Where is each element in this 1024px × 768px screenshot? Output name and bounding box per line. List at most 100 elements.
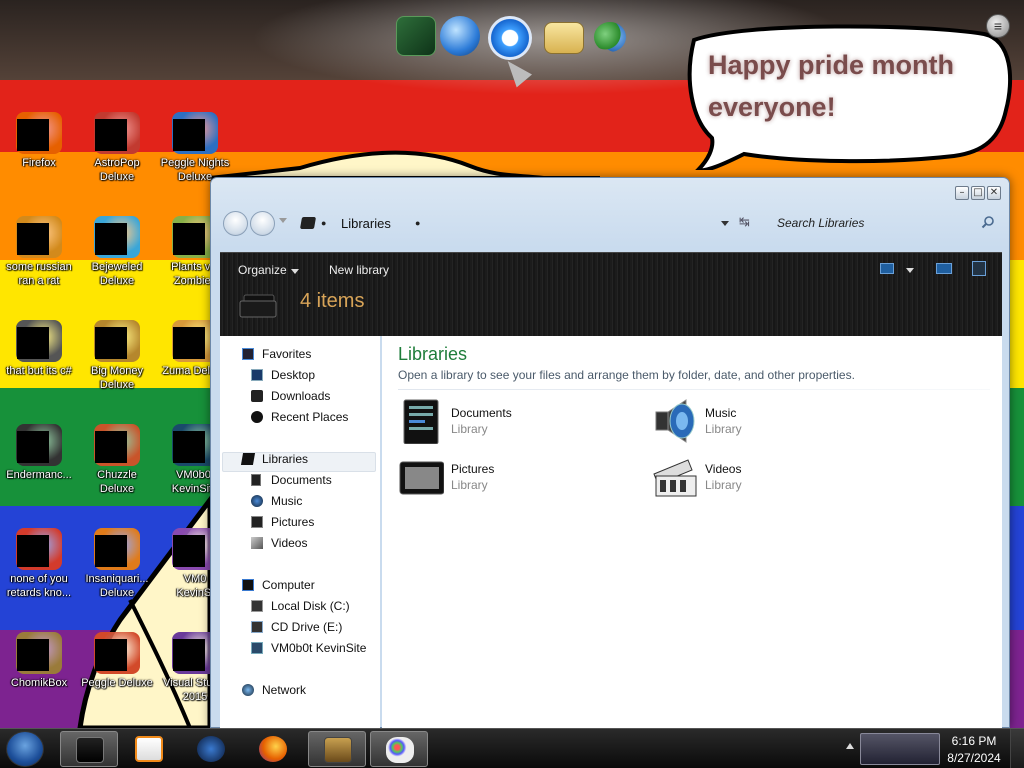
downloads-icon xyxy=(251,390,263,402)
menu-button[interactable]: ≡ xyxy=(986,14,1010,38)
chevron-down-icon[interactable] xyxy=(906,268,914,273)
maximize-button[interactable]: □ xyxy=(971,186,985,200)
forward-button[interactable] xyxy=(250,211,275,236)
peggle-nights-icon[interactable] xyxy=(172,112,218,154)
desktop-shortcut[interactable]: Peggle Nights Deluxe xyxy=(156,112,234,184)
nav-item-label: Pictures xyxy=(271,515,315,529)
taskbar-button[interactable] xyxy=(308,731,366,767)
clock-date[interactable]: 8/27/2024 xyxy=(944,751,1004,765)
explorer-icon xyxy=(76,737,104,763)
library-music[interactable]: Music Library xyxy=(652,398,892,448)
back-button[interactable] xyxy=(223,211,248,236)
nav-item-label: Recent Places xyxy=(271,410,349,424)
libraries-large-icon xyxy=(239,294,277,318)
search-icon[interactable] xyxy=(981,215,995,229)
nav-item-label: Videos xyxy=(271,536,308,550)
library-videos[interactable]: Videos Library xyxy=(652,454,892,504)
pictures-library-icon xyxy=(399,461,444,495)
taskbar-button[interactable] xyxy=(182,731,240,767)
system-tray[interactable] xyxy=(860,733,940,765)
library-pictures[interactable]: Pictures Library xyxy=(398,454,638,504)
russian-rat-icon[interactable] xyxy=(16,216,62,258)
dock-ie-icon[interactable] xyxy=(488,16,532,60)
taskbar-button[interactable] xyxy=(244,731,302,767)
show-desktop-button[interactable] xyxy=(1010,729,1024,768)
desktop-shortcut-label: some russian ran a rat xyxy=(6,261,72,287)
nav-item-label: Local Disk (C:) xyxy=(271,599,350,613)
terminal-icon[interactable] xyxy=(16,424,62,466)
nav-item-label: Documents xyxy=(271,473,332,487)
chuzzle-icon[interactable] xyxy=(94,424,140,466)
desktop-shortcut[interactable]: Big Money Deluxe xyxy=(78,320,156,392)
file-icon[interactable] xyxy=(16,320,62,362)
desktop-shortcut-label: Bejeweled Deluxe xyxy=(91,261,143,287)
taskbar-button[interactable] xyxy=(370,731,428,767)
computer-icon xyxy=(242,579,254,591)
insaniquarium-icon[interactable] xyxy=(94,528,140,570)
refresh-icon[interactable]: ↹ xyxy=(739,214,750,230)
dock-mail-icon[interactable] xyxy=(544,22,584,54)
desktop-shortcut[interactable]: Bejeweled Deluxe xyxy=(78,216,156,288)
desktop-shortcut[interactable]: AstroPop Deluxe xyxy=(78,112,156,184)
preview-pane-icon[interactable] xyxy=(936,263,952,274)
library-type: Library xyxy=(705,422,742,436)
address-dropdown[interactable] xyxy=(721,221,729,226)
desktop-shortcut-label: AstroPop Deluxe xyxy=(94,157,140,183)
desktop-shortcut[interactable]: Endermanc... xyxy=(0,424,78,482)
explorer-window: – □ ✕ ● Libraries ● ↹ Search Libraries O… xyxy=(210,177,1010,729)
page-description: Open a library to see your files and arr… xyxy=(398,368,855,382)
videos-library-icon xyxy=(653,459,697,497)
recent-places-icon xyxy=(251,411,263,423)
taskbar-button[interactable] xyxy=(120,731,178,767)
library-type: Library xyxy=(451,422,488,436)
nav-item-label: Favorites xyxy=(262,347,312,361)
nav-item-label: Computer xyxy=(262,578,315,592)
chevron-down-icon[interactable] xyxy=(291,269,299,274)
chomikbox-icon[interactable] xyxy=(16,632,62,674)
favorites-icon xyxy=(242,348,254,360)
nav-item-label: Libraries xyxy=(262,452,309,466)
peggle-icon[interactable] xyxy=(94,632,140,674)
help-icon[interactable] xyxy=(972,261,986,276)
organize-button[interactable]: Organize xyxy=(238,263,287,277)
clock-time[interactable]: 6:16 PM xyxy=(944,734,1004,748)
library-name: Videos xyxy=(705,462,742,476)
taskbar-button[interactable] xyxy=(60,731,118,767)
desktop-shortcut[interactable]: Firefox xyxy=(0,112,78,170)
network-icon xyxy=(242,684,254,696)
dock-globe-icon[interactable] xyxy=(440,16,480,56)
dock-app-icon[interactable] xyxy=(396,16,436,56)
chrome-icon[interactable] xyxy=(16,528,62,570)
search-input[interactable]: Search Libraries xyxy=(763,212,999,236)
desktop-shortcut[interactable]: ChomikBox xyxy=(0,632,78,690)
change-view-icon[interactable] xyxy=(880,263,894,274)
recent-pages-dropdown[interactable] xyxy=(279,218,287,223)
chevron-right-icon[interactable]: ● xyxy=(321,218,326,228)
music-icon xyxy=(251,495,263,507)
show-hidden-icons-icon[interactable] xyxy=(846,743,854,749)
library-documents[interactable]: Documents Library xyxy=(398,398,638,448)
desktop-shortcut[interactable]: that but its c# xyxy=(0,320,78,378)
libraries-icon xyxy=(240,453,256,465)
nav-item-label: VM0b0t KevinSite xyxy=(271,641,367,655)
dock-messenger-icon[interactable] xyxy=(594,22,626,52)
address-breadcrumb[interactable]: Libraries xyxy=(341,216,391,231)
minimize-button[interactable]: – xyxy=(955,186,969,200)
start-button[interactable] xyxy=(6,731,44,767)
media-player-icon xyxy=(135,736,163,762)
new-library-button[interactable]: New library xyxy=(329,263,389,277)
pictures-icon xyxy=(251,516,263,528)
desktop-shortcut[interactable]: Insaniquari... Deluxe xyxy=(78,528,156,600)
bejeweled-icon[interactable] xyxy=(94,216,140,258)
desktop-shortcut[interactable]: some russian ran a rat xyxy=(0,216,78,288)
close-button[interactable]: ✕ xyxy=(987,186,1001,200)
music-library-icon xyxy=(655,399,695,443)
chevron-right-icon[interactable]: ● xyxy=(415,218,420,228)
desktop-shortcut[interactable]: none of you retards kno... xyxy=(0,528,78,600)
taskbar: 6:16 PM 8/27/2024 xyxy=(0,728,1024,768)
desktop-shortcut[interactable]: Peggle Deluxe xyxy=(78,632,156,690)
big-money-icon[interactable] xyxy=(94,320,140,362)
firefox-icon[interactable] xyxy=(16,112,62,154)
desktop-shortcut[interactable]: Chuzzle Deluxe xyxy=(78,424,156,496)
astropop-icon[interactable] xyxy=(94,112,140,154)
